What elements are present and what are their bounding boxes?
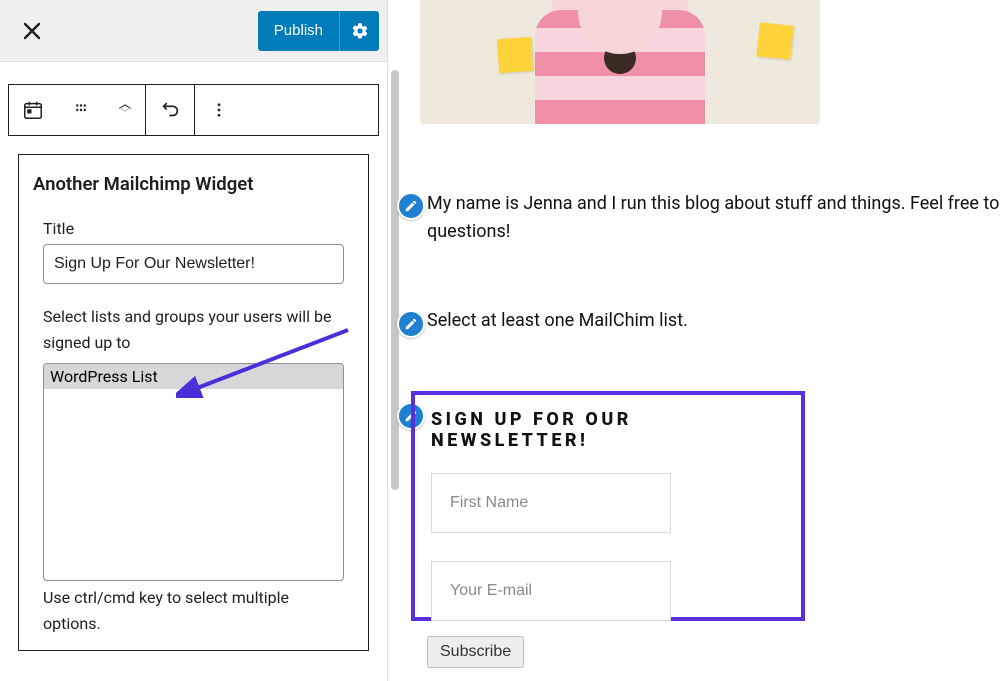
more-vertical-icon bbox=[210, 101, 228, 119]
undo-icon bbox=[159, 99, 181, 121]
sticky-note-icon bbox=[756, 22, 793, 59]
pencil-icon bbox=[404, 199, 418, 213]
more-options-button[interactable] bbox=[195, 85, 243, 135]
widget-panel: Another Mailchimp Widget Title Select li… bbox=[18, 154, 369, 651]
pencil-icon bbox=[404, 317, 418, 331]
edit-widget-button[interactable] bbox=[397, 310, 425, 338]
sticky-note-icon bbox=[497, 37, 533, 73]
editor-topbar: Publish bbox=[0, 0, 387, 62]
gear-icon bbox=[351, 22, 369, 40]
subscribe-button[interactable]: Subscribe bbox=[427, 636, 524, 668]
widget-panel-title: Another Mailchimp Widget bbox=[33, 173, 354, 195]
calendar-icon bbox=[22, 99, 44, 121]
newsletter-highlight-box: SIGN UP FOR OUR NEWSLETTER! bbox=[411, 391, 805, 621]
email-input[interactable] bbox=[450, 582, 652, 600]
close-icon bbox=[22, 21, 42, 41]
multiselect-help: Use ctrl/cmd key to select multiple opti… bbox=[43, 585, 344, 636]
list-option[interactable]: WordPress List bbox=[44, 364, 343, 390]
edit-widget-button[interactable] bbox=[397, 192, 425, 220]
first-name-field-wrap bbox=[431, 473, 671, 533]
block-mover: ︿ ﹀ bbox=[105, 100, 145, 120]
publish-group: Publish bbox=[258, 11, 379, 51]
first-name-input[interactable] bbox=[450, 494, 652, 512]
publish-button[interactable]: Publish bbox=[258, 11, 339, 51]
scrollbar-thumb[interactable] bbox=[391, 70, 399, 490]
publish-settings-button[interactable] bbox=[339, 11, 379, 51]
hero-image bbox=[420, 0, 820, 124]
preview-pane: My name is Jenna and I run this blog abo… bbox=[397, 0, 1008, 681]
editor-sidebar: Publish ︿ ﹀ bbox=[0, 0, 388, 681]
newsletter-heading: SIGN UP FOR OUR NEWSLETTER! bbox=[431, 409, 785, 451]
email-field-wrap bbox=[431, 561, 671, 621]
notice-text: Select at least one MailChim list. bbox=[427, 310, 688, 331]
title-input[interactable] bbox=[43, 244, 344, 284]
title-field-label: Title bbox=[43, 219, 344, 238]
bio-text: My name is Jenna and I run this blog abo… bbox=[427, 190, 1007, 246]
block-type-button[interactable] bbox=[9, 85, 57, 135]
lists-select[interactable]: WordPress List bbox=[43, 363, 344, 581]
move-down-button[interactable]: ﹀ bbox=[118, 110, 131, 120]
block-toolbar: ︿ ﹀ bbox=[8, 84, 379, 136]
drag-icon bbox=[72, 101, 90, 119]
drag-handle-button[interactable] bbox=[57, 85, 105, 135]
undo-button[interactable] bbox=[146, 85, 194, 135]
lists-field-label: Select lists and groups your users will … bbox=[43, 304, 344, 355]
close-button[interactable] bbox=[8, 7, 56, 55]
widget-form: Title Select lists and groups your users… bbox=[33, 219, 354, 636]
